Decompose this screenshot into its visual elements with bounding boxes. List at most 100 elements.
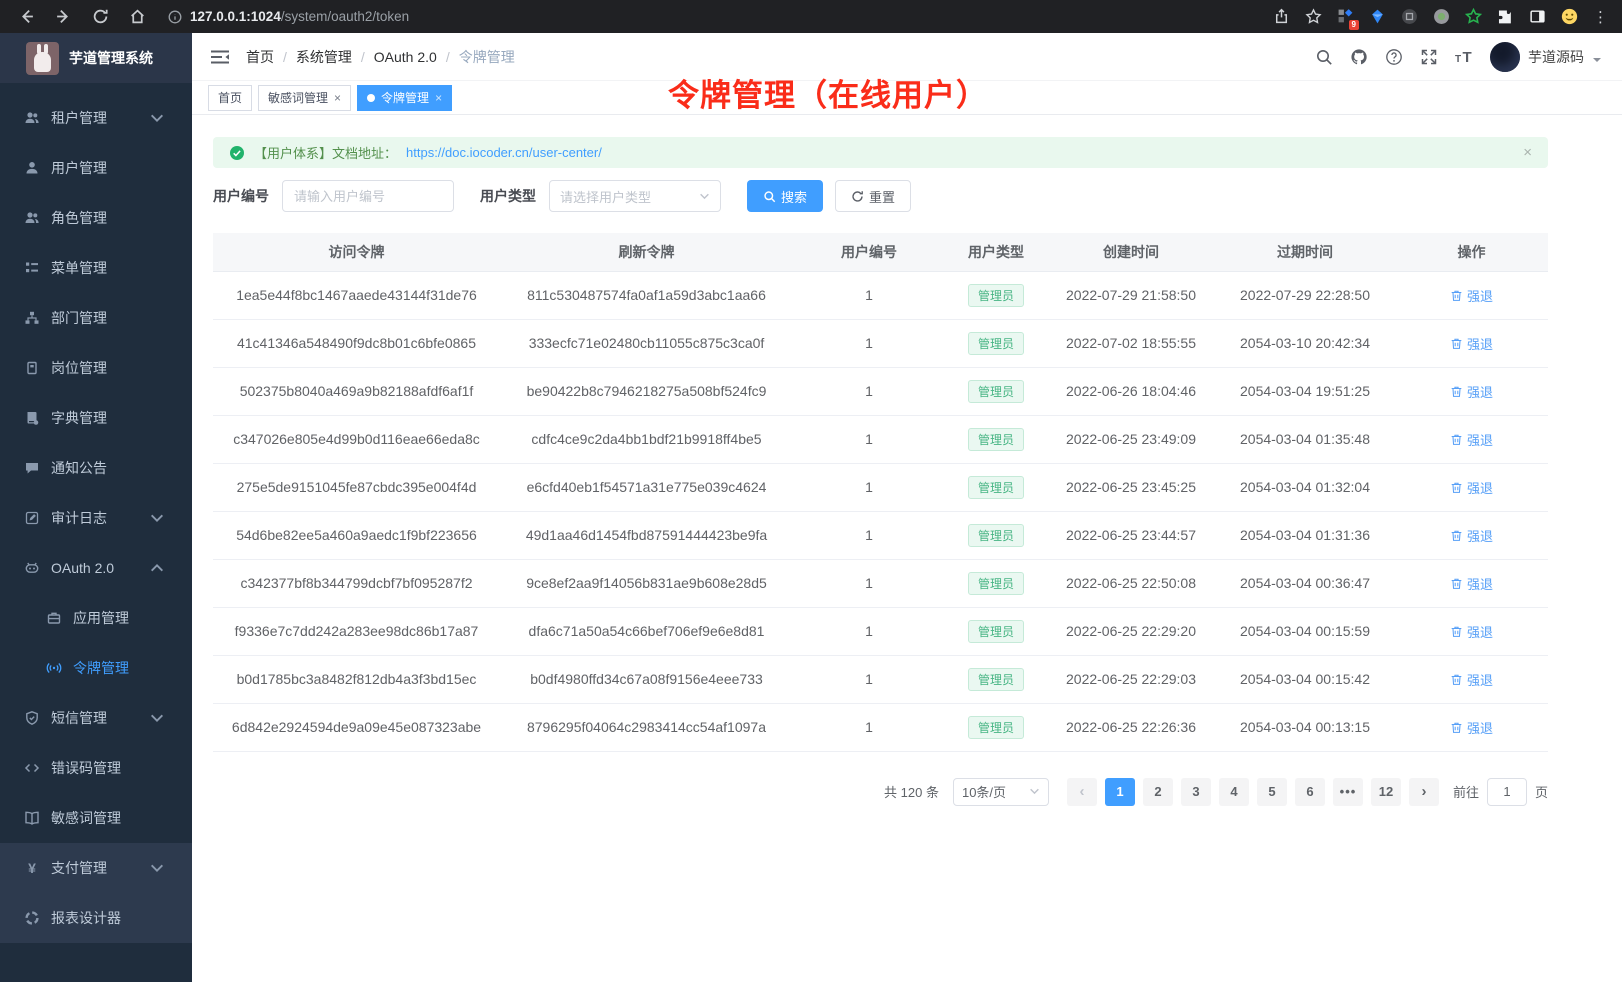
force-logout-button[interactable]: 强退: [1450, 526, 1493, 545]
force-logout-button[interactable]: 强退: [1450, 670, 1493, 689]
sidebar-item-8[interactable]: 审计日志: [0, 493, 192, 543]
cell-user-type: 管理员: [945, 559, 1047, 607]
sidebar-item-12[interactable]: 短信管理: [0, 693, 192, 743]
page-button-1[interactable]: 1: [1105, 778, 1135, 806]
cell-access-token: 275e5de9151045fe87cbdc395e004f4d: [213, 463, 500, 511]
green-star-extension-icon[interactable]: [1465, 8, 1482, 25]
force-logout-button[interactable]: 强退: [1450, 286, 1493, 305]
sidebar-item-15[interactable]: ¥支付管理: [0, 843, 192, 893]
sidebar-item-4[interactable]: 部门管理: [0, 293, 192, 343]
browser-home-icon[interactable]: [129, 8, 146, 25]
page-button-4[interactable]: 4: [1219, 778, 1249, 806]
alert-close-icon[interactable]: ×: [1523, 144, 1532, 161]
share-icon[interactable]: [1273, 8, 1290, 25]
breadcrumb-item-2[interactable]: OAuth 2.0: [374, 49, 437, 65]
cell-action: 强退: [1395, 559, 1548, 607]
github-icon[interactable]: [1350, 48, 1368, 66]
sidebar-item-7[interactable]: 通知公告: [0, 443, 192, 493]
sidebar-item-1[interactable]: 用户管理: [0, 143, 192, 193]
force-logout-button[interactable]: 强退: [1450, 382, 1493, 401]
cell-refresh-token: dfa6c71a50a54c66bef706ef9e6e8d81: [500, 607, 793, 655]
side-panel-icon[interactable]: [1529, 8, 1546, 25]
sidebar-item-10[interactable]: 应用管理: [0, 593, 192, 643]
search-button[interactable]: 搜索: [747, 180, 823, 212]
breadcrumb-item-1[interactable]: 系统管理: [296, 47, 352, 67]
user-menu[interactable]: 芋道源码: [1490, 42, 1602, 72]
sidebar-item-5[interactable]: 岗位管理: [0, 343, 192, 393]
force-logout-button[interactable]: 强退: [1450, 574, 1493, 593]
sidebar-item-9[interactable]: OAuth 2.0: [0, 543, 192, 593]
record-extension-icon[interactable]: [1433, 8, 1450, 25]
dept-icon: [24, 310, 40, 326]
tab-2[interactable]: 令牌管理×: [357, 85, 452, 111]
force-logout-button[interactable]: 强退: [1450, 718, 1493, 737]
prev-page-button[interactable]: ‹: [1067, 778, 1097, 806]
next-page-button[interactable]: ›: [1409, 778, 1439, 806]
browser-reload-icon[interactable]: [92, 8, 109, 25]
cell-access-token: b0d1785bc3a8482f812db4a3f3bd15ec: [213, 655, 500, 703]
search-icon[interactable]: [1315, 48, 1333, 66]
browser-forward-icon[interactable]: [55, 8, 72, 25]
font-size-icon[interactable]: TT: [1455, 48, 1473, 66]
sidebar-item-14[interactable]: 敏感词管理: [0, 793, 192, 843]
cell-created-time: 2022-06-25 23:49:09: [1047, 415, 1215, 463]
sidebar-item-0[interactable]: 租户管理: [0, 93, 192, 143]
more-pages-button[interactable]: •••: [1333, 778, 1363, 806]
sidebar-item-6[interactable]: 字典管理: [0, 393, 192, 443]
errcode-icon: [24, 760, 40, 776]
doc-alert-banner: 【用户体系】文档地址： https://doc.iocoder.cn/user-…: [213, 137, 1548, 168]
reset-button[interactable]: 重置: [835, 180, 911, 212]
extension-grid-icon[interactable]: 9: [1337, 8, 1354, 25]
force-logout-button[interactable]: 强退: [1450, 334, 1493, 353]
page-button-6[interactable]: 6: [1295, 778, 1325, 806]
tab-close-icon[interactable]: ×: [435, 91, 442, 105]
fullscreen-icon[interactable]: [1420, 48, 1438, 66]
page-button-3[interactable]: 3: [1181, 778, 1211, 806]
tab-0[interactable]: 首页: [208, 85, 252, 111]
browser-back-icon[interactable]: [18, 8, 35, 25]
cell-expire-time: 2054-03-04 01:32:04: [1215, 463, 1395, 511]
gem-extension-icon[interactable]: [1369, 8, 1386, 25]
user-id-input[interactable]: [282, 180, 454, 212]
sidebar-item-3[interactable]: 菜单管理: [0, 243, 192, 293]
puzzle-extensions-icon[interactable]: [1497, 8, 1514, 25]
sidebar-item-16[interactable]: 报表设计器: [0, 893, 192, 943]
sidebar-collapse-icon[interactable]: [210, 47, 230, 67]
filter-form: 用户编号 用户类型 请选择用户类型 搜索 重置: [213, 180, 1548, 212]
sidebar-item-13[interactable]: 错误码管理: [0, 743, 192, 793]
page-button-12[interactable]: 12: [1371, 778, 1401, 806]
user-type-select[interactable]: 请选择用户类型: [549, 180, 721, 212]
bookmark-star-icon[interactable]: [1305, 8, 1322, 25]
profile-emoji-icon[interactable]: [1561, 8, 1578, 25]
force-logout-button[interactable]: 强退: [1450, 430, 1493, 449]
site-info-icon[interactable]: [168, 10, 182, 24]
column-header: 刷新令牌: [500, 233, 793, 271]
doc-link[interactable]: https://doc.iocoder.cn/user-center/: [406, 145, 602, 160]
page-size-select[interactable]: 10条/页: [953, 778, 1049, 806]
help-icon[interactable]: [1385, 48, 1403, 66]
goto-suffix: 页: [1535, 782, 1548, 801]
total-count: 共 120 条: [884, 782, 939, 801]
pay-icon: ¥: [24, 860, 40, 876]
browser-menu-icon[interactable]: ⋮: [1593, 8, 1608, 26]
sidebar-item-2[interactable]: 角色管理: [0, 193, 192, 243]
tab-close-icon[interactable]: ×: [334, 91, 341, 105]
table-row: 54d6be82ee5a460a9aedc1f9bf22365649d1aa46…: [213, 511, 1548, 559]
user-type-badge: 管理员: [968, 380, 1024, 403]
address-bar[interactable]: 127.0.0.1:1024/system/oauth2/token: [168, 8, 1273, 26]
column-header: 用户类型: [945, 233, 1047, 271]
svg-text:T: T: [1463, 49, 1472, 66]
command-extension-icon[interactable]: [1401, 8, 1418, 25]
chevron-down-icon: [149, 110, 165, 126]
app-logo-row[interactable]: 芋道管理系统: [0, 33, 192, 83]
app-frame: 芋道管理系统 租户管理用户管理角色管理菜单管理部门管理岗位管理字典管理通知公告审…: [0, 33, 1622, 982]
tab-1[interactable]: 敏感词管理×: [258, 85, 351, 111]
force-logout-button[interactable]: 强退: [1450, 622, 1493, 641]
page-button-2[interactable]: 2: [1143, 778, 1173, 806]
page-button-5[interactable]: 5: [1257, 778, 1287, 806]
breadcrumb-item-0[interactable]: 首页: [246, 47, 274, 67]
goto-page-input[interactable]: [1487, 778, 1527, 806]
sidebar-item-11[interactable]: 令牌管理: [0, 643, 192, 693]
force-logout-button[interactable]: 强退: [1450, 478, 1493, 497]
cell-expire-time: 2054-03-10 20:42:34: [1215, 319, 1395, 367]
